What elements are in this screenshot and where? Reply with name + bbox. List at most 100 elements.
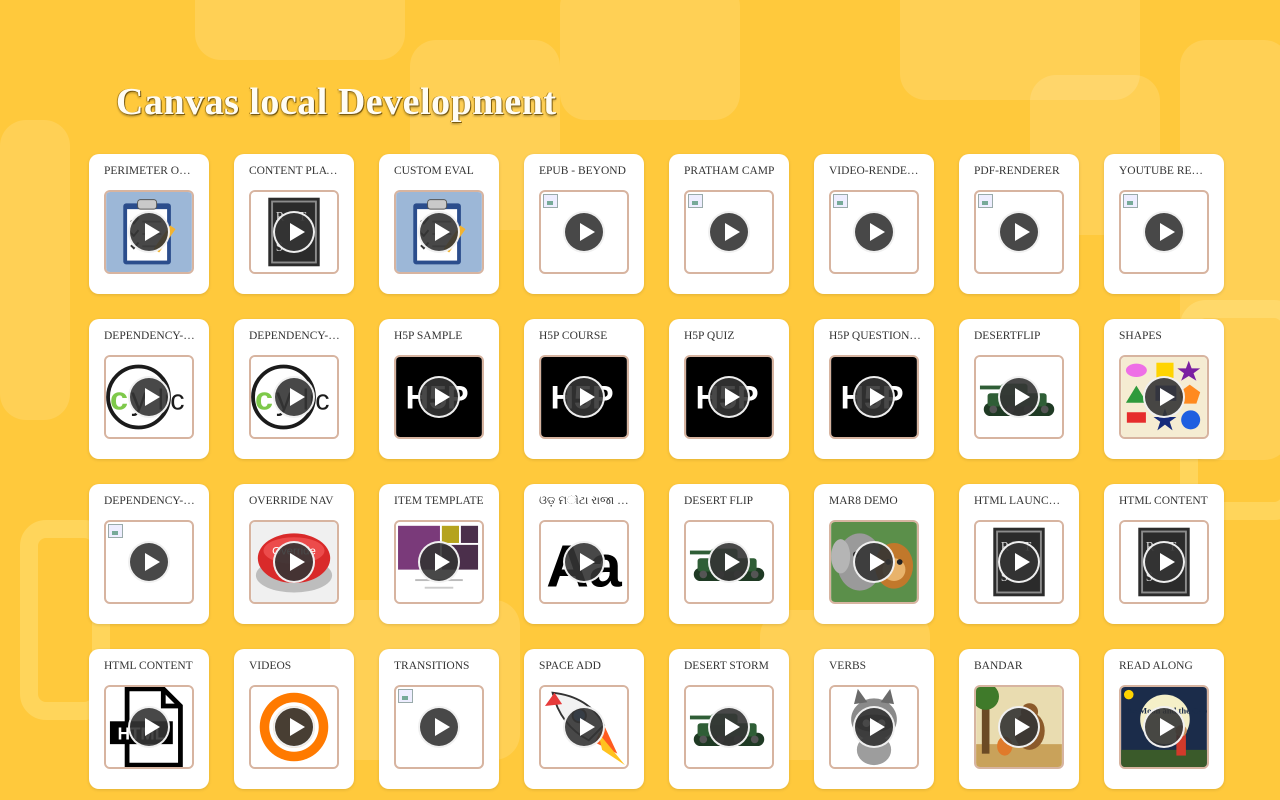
play-button-icon[interactable]	[563, 211, 605, 253]
play-button-icon[interactable]	[418, 211, 460, 253]
content-card[interactable]: VERBS	[814, 649, 934, 789]
card-title: H5P COURSE	[539, 330, 608, 342]
content-card[interactable]: VIDEO-RENDERER	[814, 154, 934, 294]
play-button-icon[interactable]	[1143, 706, 1185, 748]
play-button-icon[interactable]	[273, 211, 315, 253]
play-button-icon[interactable]	[853, 706, 895, 748]
content-card[interactable]: DESERT STORM	[669, 649, 789, 789]
content-card[interactable]: SPACE ADD	[524, 649, 644, 789]
play-button-icon[interactable]	[128, 706, 170, 748]
raccoon-thumbnail	[829, 685, 919, 769]
content-card[interactable]: HTML LAUNCHER RTS	[959, 484, 1079, 624]
content-card[interactable]: DEPENDENCY-TEST	[89, 484, 209, 624]
play-button-icon[interactable]	[708, 376, 750, 418]
content-card[interactable]: PERIMETER OF SHAPES	[89, 154, 209, 294]
content-card[interactable]: YOUTUBE RENDERER	[1104, 154, 1224, 294]
h5p-logo-thumbnail: H5P	[394, 355, 484, 439]
play-button-icon[interactable]	[998, 211, 1040, 253]
content-card[interactable]: DEPENDENCY-TEST cylic	[234, 319, 354, 459]
clipboard-thumbnail	[104, 190, 194, 274]
play-button-icon[interactable]	[998, 541, 1040, 583]
play-button-icon[interactable]	[853, 211, 895, 253]
content-card[interactable]: DEPENDENCY-TEST cylic	[89, 319, 209, 459]
content-card[interactable]: H5P QUIZ H5P	[669, 319, 789, 459]
slide-template-thumbnail	[394, 520, 484, 604]
broken-image-thumbnail	[829, 190, 919, 274]
play-button-icon[interactable]	[708, 211, 750, 253]
play-button-icon[interactable]	[563, 376, 605, 418]
card-title: PERIMETER OF SHAPES	[104, 165, 196, 177]
font-sample-thumbnail: Aa	[539, 520, 629, 604]
broken-image-icon	[398, 689, 413, 703]
content-card[interactable]: TRANSITIONS	[379, 649, 499, 789]
broken-image-icon	[1123, 194, 1138, 208]
play-button-icon[interactable]	[708, 541, 750, 583]
card-title: H5P SAMPLE	[394, 330, 463, 342]
content-card[interactable]: OVERRIDE NAV Override	[234, 484, 354, 624]
h5p-logo-thumbnail: H5P	[539, 355, 629, 439]
card-title: PDF-RENDERER	[974, 165, 1060, 177]
broken-image-icon	[688, 194, 703, 208]
page-title: Canvas local Development	[116, 81, 557, 123]
content-card[interactable]: PDF-RENDERER	[959, 154, 1079, 294]
shapes-thumbnail	[1119, 355, 1209, 439]
tank-thumbnail	[684, 685, 774, 769]
play-button-icon[interactable]	[418, 541, 460, 583]
card-title: H5P QUESTION SET	[829, 330, 921, 342]
play-button-icon[interactable]	[853, 376, 895, 418]
card-title: READ ALONG	[1119, 660, 1193, 672]
content-card[interactable]: H5P SAMPLE H5P	[379, 319, 499, 459]
play-button-icon[interactable]	[998, 706, 1040, 748]
cyclic-logo-thumbnail: cylic	[249, 355, 339, 439]
play-button-icon[interactable]	[273, 706, 315, 748]
content-card[interactable]: SHAPES	[1104, 319, 1224, 459]
card-title: VIDEO-RENDERER	[829, 165, 921, 177]
broken-image-thumbnail	[394, 685, 484, 769]
content-card[interactable]: DESERT FLIP	[669, 484, 789, 624]
content-card[interactable]: CUSTOM EVAL	[379, 154, 499, 294]
svg-text:c: c	[255, 380, 273, 416]
card-title: DEPENDENCY-TEST	[104, 330, 196, 342]
content-card[interactable]: CONTENT PLAYER RTS	[234, 154, 354, 294]
play-button-icon[interactable]	[563, 706, 605, 748]
content-card[interactable]: ITEM TEMPLATE	[379, 484, 499, 624]
play-button-icon[interactable]	[418, 706, 460, 748]
play-button-icon[interactable]	[998, 376, 1040, 418]
rocket-thumbnail	[539, 685, 629, 769]
play-button-icon[interactable]	[128, 541, 170, 583]
content-card[interactable]: BANDAR	[959, 649, 1079, 789]
content-card[interactable]: MAR8 DEMO	[814, 484, 934, 624]
broken-image-icon	[543, 194, 558, 208]
play-button-icon[interactable]	[273, 541, 315, 583]
card-title: TRANSITIONS	[394, 660, 470, 672]
play-button-icon[interactable]	[128, 376, 170, 418]
play-button-icon[interactable]	[708, 706, 750, 748]
play-button-icon[interactable]	[1143, 376, 1185, 418]
play-button-icon[interactable]	[853, 541, 895, 583]
play-button-icon[interactable]	[273, 376, 315, 418]
content-card[interactable]: H5P COURSE H5P	[524, 319, 644, 459]
broken-image-thumbnail	[974, 190, 1064, 274]
play-button-icon[interactable]	[1143, 211, 1185, 253]
content-card[interactable]: READ ALONG The Moon and the Cap	[1104, 649, 1224, 789]
play-button-icon[interactable]	[563, 541, 605, 583]
content-card[interactable]: DESERTFLIP	[959, 319, 1079, 459]
content-card[interactable]: PRATHAM CAMP	[669, 154, 789, 294]
content-card[interactable]: ଓଡ଼ ମોટા રાજા ತೇ… Aa	[524, 484, 644, 624]
card-title: HTML CONTENT	[1119, 495, 1208, 507]
content-card[interactable]: H5P QUESTION SET H5P	[814, 319, 934, 459]
broken-image-thumbnail	[104, 520, 194, 604]
card-title: DEPENDENCY-TEST	[249, 330, 341, 342]
play-button-icon[interactable]	[418, 376, 460, 418]
content-card[interactable]: EPUB - BEYOND	[524, 154, 644, 294]
tank-thumbnail	[974, 355, 1064, 439]
play-button-icon[interactable]	[1143, 541, 1185, 583]
card-title: DESERTFLIP	[974, 330, 1041, 342]
play-button-icon[interactable]	[128, 211, 170, 253]
html-file-thumbnail: HTML	[104, 685, 194, 769]
content-card[interactable]: HTML CONTENT RTS	[1104, 484, 1224, 624]
card-title: DESERT FLIP	[684, 495, 754, 507]
card-title: ITEM TEMPLATE	[394, 495, 484, 507]
content-card[interactable]: VIDEOS	[234, 649, 354, 789]
content-card[interactable]: HTML CONTENT HTML	[89, 649, 209, 789]
